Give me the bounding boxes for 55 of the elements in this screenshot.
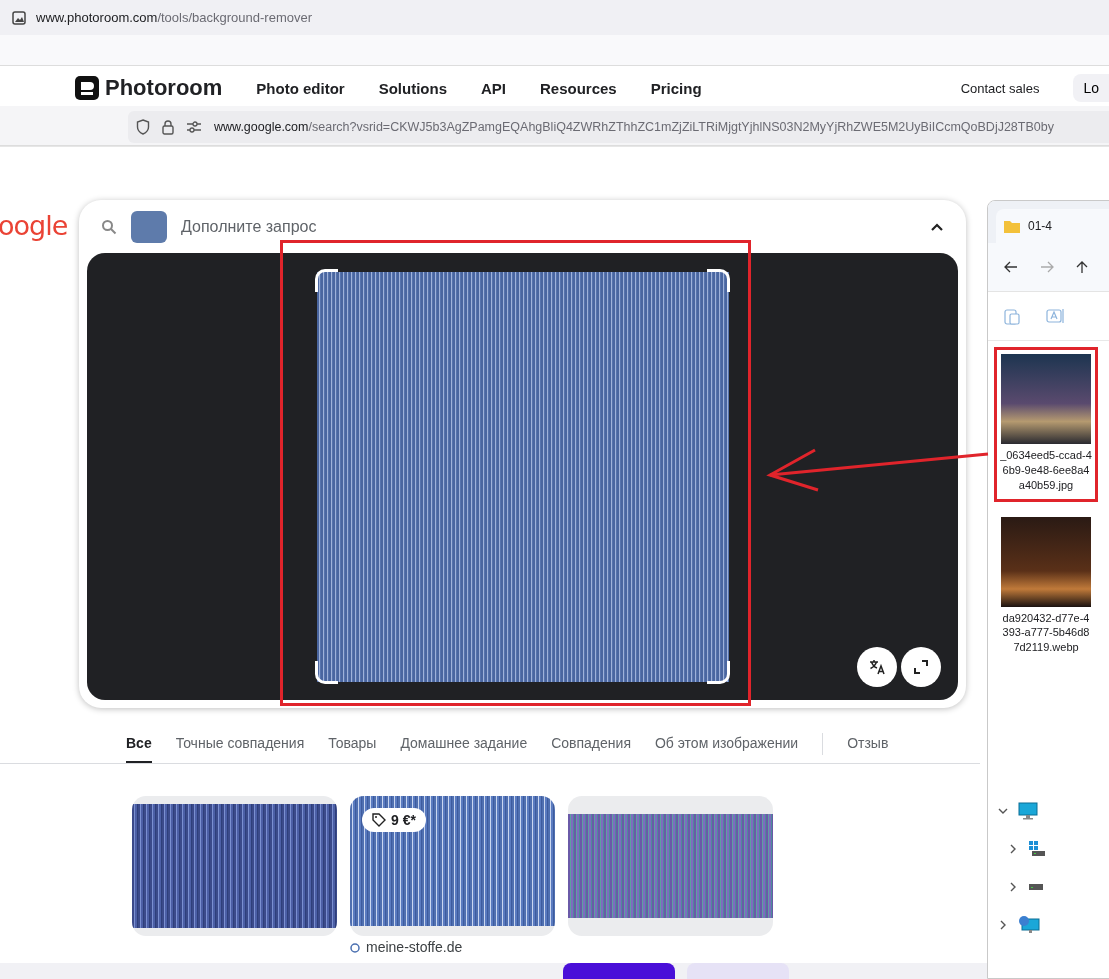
filter-tab[interactable]: Об этом изображении bbox=[654, 733, 799, 764]
lock-icon[interactable] bbox=[162, 119, 174, 135]
file-name: _0634eed5-ccad-46b9-9e48-6ee8a4a40b59.jpg bbox=[1000, 448, 1092, 493]
url-text[interactable]: www.photoroom.com/tools/background-remover bbox=[36, 10, 313, 25]
search-field[interactable]: Дополните запрос bbox=[181, 218, 916, 236]
chevron-up-icon[interactable] bbox=[930, 222, 944, 232]
nav-link[interactable]: Pricing bbox=[650, 79, 702, 97]
translate-icon bbox=[868, 658, 886, 676]
image-thumbnail bbox=[131, 211, 167, 243]
chevron-right-icon[interactable] bbox=[1008, 882, 1018, 892]
nav-link[interactable]: API bbox=[481, 79, 506, 97]
contact-link[interactable]: Contact sales bbox=[960, 80, 1040, 96]
file-name: da920432-d77e-4393-a777-5b46d87d2119.webp bbox=[1001, 610, 1091, 656]
logo-icon bbox=[75, 76, 99, 100]
filter-tab[interactable]: Совпадения bbox=[551, 733, 631, 764]
expand-button[interactable] bbox=[901, 647, 941, 687]
tag-icon bbox=[372, 813, 386, 827]
network-icon bbox=[1018, 915, 1040, 935]
feedback-link[interactable]: Отзыв bbox=[847, 733, 889, 764]
file-item[interactable]: _0634eed5-ccad-46b9-9e48-6ee8a4a40b59.jpg bbox=[994, 347, 1098, 502]
filter-tab[interactable]: Точные совпадения bbox=[175, 733, 305, 764]
result-card[interactable]: 9 €* bbox=[350, 796, 555, 936]
crop-corner[interactable] bbox=[707, 661, 730, 684]
chevron-right-icon[interactable] bbox=[998, 920, 1008, 930]
chevron-down-icon[interactable] bbox=[998, 806, 1008, 816]
folder-tab[interactable]: 01-4 bbox=[996, 209, 1109, 243]
filter-tab[interactable]: Домашнее задание bbox=[400, 733, 528, 764]
image-icon bbox=[12, 10, 26, 25]
source-link[interactable]: meine-stoffe.de bbox=[350, 939, 463, 955]
translate-button[interactable] bbox=[857, 647, 897, 687]
folder-icon bbox=[1004, 219, 1020, 233]
filter-tab[interactable]: Товары bbox=[328, 733, 377, 764]
nav-link[interactable]: Solutions bbox=[378, 79, 447, 97]
price-badge: 9 €* bbox=[362, 808, 426, 832]
drive-icon bbox=[1028, 841, 1046, 857]
crop-corner[interactable] bbox=[315, 661, 338, 684]
google-logo: oogle bbox=[0, 210, 68, 241]
nav-link[interactable]: Resources bbox=[540, 79, 617, 97]
back-button[interactable] bbox=[1004, 261, 1018, 273]
file-item[interactable]: da920432-d77e-4393-a777-5b46d87d2119.webp bbox=[994, 509, 1098, 665]
search-icon bbox=[101, 219, 117, 235]
expand-icon bbox=[913, 659, 929, 675]
drive-icon bbox=[1028, 883, 1044, 891]
crop-corner[interactable] bbox=[315, 269, 338, 292]
up-button[interactable] bbox=[1076, 261, 1088, 273]
monitor-icon bbox=[1018, 802, 1038, 820]
result-card[interactable] bbox=[568, 796, 773, 936]
settings-icon[interactable] bbox=[186, 121, 202, 133]
login-button[interactable]: Lo bbox=[1073, 74, 1109, 102]
shield-icon[interactable] bbox=[136, 119, 150, 135]
nav-link[interactable]: Photo editor bbox=[256, 79, 345, 97]
site-icon bbox=[350, 941, 360, 953]
logo-text: Photoroom bbox=[105, 75, 223, 101]
chevron-right-icon[interactable] bbox=[1008, 844, 1018, 854]
crop-corner[interactable] bbox=[707, 269, 730, 292]
